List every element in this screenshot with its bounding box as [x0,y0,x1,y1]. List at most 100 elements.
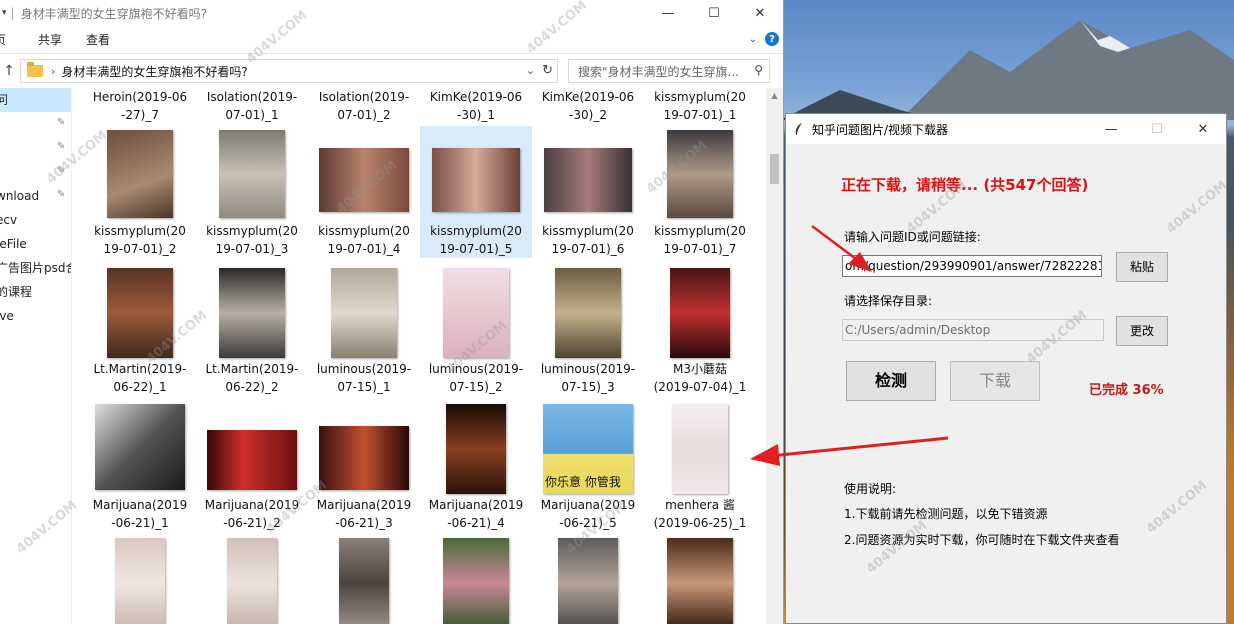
photo-thumbnail [670,268,730,358]
file-thumbnail[interactable]: 你乐意 你管我 [532,400,644,496]
file-thumbnail[interactable] [84,400,196,496]
chevron-down-icon[interactable]: ⌄ [526,64,535,77]
help-icon[interactable]: ? [765,32,779,46]
folder-icon [27,62,43,77]
file-thumbnail[interactable] [644,534,756,624]
pin-icon: ✎ [57,141,66,152]
file-thumbnail[interactable] [420,126,532,222]
file-name[interactable]: Lt.Martin(2019- 06-22)_1 [84,360,196,396]
meme-caption: 你乐意 你管我 [545,475,621,489]
file-thumbnail[interactable] [196,126,308,222]
scrollbar-thumb[interactable] [770,154,779,184]
file-thumbnail[interactable] [308,400,420,496]
nav-item[interactable]: wnload ✎ [0,184,71,208]
refresh-icon[interactable]: ↻ [542,63,553,78]
file-thumbnail[interactable] [196,400,308,496]
file-thumbnail[interactable] [420,534,532,624]
file-name[interactable]: menhera 酱 (2019-06-25)_1 [644,496,756,532]
maximize-icon[interactable]: ☐ [691,0,737,26]
file-thumbnail[interactable] [532,126,644,222]
pin-icon: ✎ [57,165,66,176]
downloader-dialog: 知乎问题图片/视频下载器 — ☐ ✕ 正在下载，请稍等... (共547个回答)… [785,113,1227,624]
file-thumbnail[interactable] [644,126,756,222]
maximize-icon: ☐ [1151,121,1163,137]
nav-item[interactable]: 的课程 [0,280,71,304]
photo-thumbnail [219,268,285,358]
nav-item[interactable]: ✎ [0,160,71,184]
download-button[interactable]: 下载 [950,361,1040,401]
tab-file[interactable]: 页 [0,26,26,54]
save-directory-field[interactable]: C:/Users/admin/Desktop [842,319,1104,341]
file-name[interactable]: M3小蘑菇 (2019-07-04)_1 [644,360,756,396]
file-thumbnail[interactable] [308,126,420,222]
file-thumbnail[interactable] [84,264,196,360]
paste-button[interactable]: 粘贴 [1116,252,1168,282]
file-name[interactable]: luminous(2019- 07-15)_1 [308,360,420,396]
nav-item[interactable]: 问 [0,88,71,112]
close-icon[interactable]: ✕ [737,0,783,26]
question-input[interactable]: om/question/293990901/answer/728222816 [842,255,1102,277]
nav-item-label: 的课程 [0,285,33,299]
chevron-down-icon[interactable]: ⌄ [749,34,757,45]
file-thumbnail[interactable] [196,264,308,360]
file-name[interactable]: Marijuana(2019 -06-21)_1 [84,496,196,532]
breadcrumb-separator-icon[interactable]: › [51,65,55,78]
file-thumbnail[interactable] [84,126,196,222]
file-name[interactable]: kissmyplum(20 19-07-01)_6 [532,222,644,258]
file-name[interactable]: kissmyplum(20 19-07-01)_1 [644,88,756,124]
nav-item[interactable]: ✎ [0,112,71,136]
close-icon[interactable]: ✕ [1180,114,1226,144]
nav-item[interactable]: ✎ [0,136,71,160]
file-name[interactable]: KimKe(2019-06 -30)_2 [532,88,644,124]
caption-row: Marijuana(2019 -06-21)_1 Marijuana(2019 … [84,496,756,532]
up-arrow-icon[interactable]: ↑ [0,63,18,79]
file-name[interactable]: Isolation(2019- 07-01)_2 [308,88,420,124]
search-input[interactable]: 搜索"身材丰满型的女生穿旗... ⚲ [568,59,770,83]
file-name[interactable]: luminous(2019- 07-15)_3 [532,360,644,396]
file-name[interactable]: Marijuana(2019 -06-21)_5 [532,496,644,532]
file-thumbnail[interactable] [644,400,756,496]
chevron-down-icon[interactable]: ▾ [2,8,7,18]
file-name[interactable]: Marijuana(2019 -06-21)_3 [308,496,420,532]
nav-item[interactable]: 广告图片psd合 [0,256,71,280]
scroll-up-icon[interactable]: ▲ [766,88,783,104]
check-button[interactable]: 检测 [846,361,936,401]
file-name[interactable]: kissmyplum(20 19-07-01)_3 [196,222,308,258]
vertical-scrollbar[interactable]: ▲ [766,88,783,624]
nav-item[interactable]: leFile [0,232,71,256]
file-name[interactable]: Marijuana(2019 -06-21)_4 [420,496,532,532]
file-name[interactable]: Marijuana(2019 -06-21)_2 [196,496,308,532]
file-thumbnail[interactable] [196,534,308,624]
photo-thumbnail [672,404,728,494]
file-thumbnail[interactable] [420,400,532,496]
photo-thumbnail [331,268,397,358]
tab-view[interactable]: 查看 [74,26,122,54]
photo-thumbnail [95,404,185,490]
file-name[interactable]: Isolation(2019- 07-01)_1 [196,88,308,124]
file-name[interactable]: kissmyplum(20 19-07-01)_2 [84,222,196,258]
file-thumbnail[interactable] [84,534,196,624]
file-thumbnail[interactable] [532,264,644,360]
file-thumbnail[interactable] [308,264,420,360]
photo-thumbnail [544,148,632,212]
file-name[interactable]: kissmyplum(20 19-07-01)_7 [644,222,756,258]
file-name[interactable]: KimKe(2019-06 -30)_1 [420,88,532,124]
file-name[interactable]: kissmyplum(20 19-07-01)_4 [308,222,420,258]
minimize-icon[interactable]: — [1088,114,1134,144]
minimize-icon[interactable]: — [645,0,691,26]
change-directory-button[interactable]: 更改 [1116,316,1168,346]
file-name[interactable]: luminous(2019- 07-15)_2 [420,360,532,396]
nav-item[interactable]: ecv [0,208,71,232]
file-thumbnail[interactable] [308,534,420,624]
file-name[interactable]: Lt.Martin(2019- 06-22)_2 [196,360,308,396]
dialog-title: 知乎问题图片/视频下载器 [812,122,949,137]
file-name[interactable]: kissmyplum(20 19-07-01)_5 [420,222,532,258]
nav-item[interactable]: ive [0,304,71,328]
file-thumbnail[interactable] [420,264,532,360]
file-thumbnail[interactable] [532,534,644,624]
address-bar[interactable]: › 身材丰满型的女生穿旗袍不好看吗? ⌄ ↻ [20,59,558,83]
search-placeholder: 搜索"身材丰满型的女生穿旗... [578,64,739,79]
file-thumbnail[interactable] [644,264,756,360]
file-name[interactable]: Heroin(2019-06 -27)_7 [84,88,196,124]
tab-share[interactable]: 共享 [26,26,74,54]
